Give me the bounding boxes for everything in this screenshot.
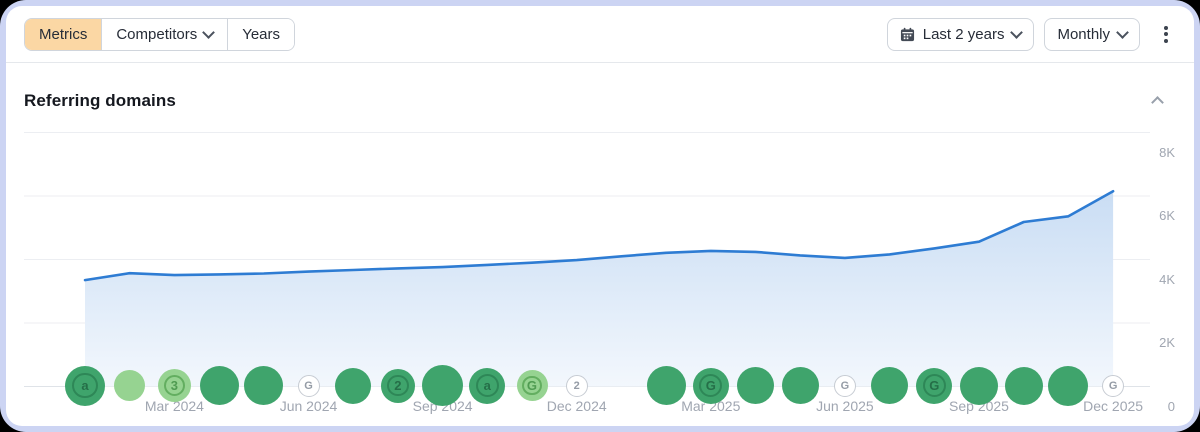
- badge-glyph: 3: [164, 375, 185, 396]
- date-range-button[interactable]: Last 2 years: [887, 18, 1035, 51]
- tab-years-label: Years: [242, 26, 280, 43]
- timeline-badge[interactable]: [1048, 366, 1088, 406]
- timeline-badge[interactable]: G: [1102, 375, 1124, 397]
- badge-glyph: G: [923, 374, 946, 397]
- chevron-down-icon: [202, 26, 215, 39]
- timeline-badge[interactable]: 3: [158, 369, 191, 402]
- granularity-label: Monthly: [1057, 26, 1110, 43]
- timeline-badge[interactable]: [114, 370, 145, 401]
- timeline-badge[interactable]: a: [65, 366, 105, 406]
- timeline-badge[interactable]: G: [298, 375, 320, 397]
- timeline-badge[interactable]: a: [469, 368, 505, 404]
- tab-metrics-label: Metrics: [39, 26, 87, 43]
- toolbar-right: Last 2 years Monthly: [887, 18, 1176, 51]
- metrics-card: Metrics Competitors Years: [6, 6, 1194, 426]
- timeline-badge[interactable]: [1005, 367, 1043, 405]
- timeline-badge[interactable]: [335, 368, 371, 404]
- kebab-icon: [1164, 26, 1168, 30]
- timeline-badge[interactable]: G: [693, 368, 729, 404]
- timeline-badge[interactable]: [647, 366, 686, 405]
- widget-frame: Metrics Competitors Years: [0, 0, 1200, 432]
- timeline-badge[interactable]: [782, 367, 819, 404]
- timeline-badge[interactable]: G: [834, 375, 856, 397]
- badge-glyph: a: [72, 373, 98, 399]
- tab-competitors-label: Competitors: [116, 26, 197, 43]
- page-title: Referring domains: [24, 91, 176, 111]
- timeline-badge[interactable]: G: [517, 370, 548, 401]
- collapse-panel-button[interactable]: [1147, 87, 1168, 114]
- badge-glyph: G: [699, 374, 722, 397]
- timeline-badge[interactable]: [200, 366, 239, 405]
- timeline-badge[interactable]: [871, 367, 908, 404]
- timeline-badge[interactable]: [422, 365, 463, 406]
- timeline-badge[interactable]: [737, 367, 774, 404]
- view-segmented-control: Metrics Competitors Years: [24, 18, 295, 51]
- chevron-down-icon: [1116, 26, 1129, 39]
- tab-competitors[interactable]: Competitors: [101, 19, 227, 50]
- more-options-button[interactable]: [1156, 19, 1176, 49]
- chevron-up-icon: [1151, 96, 1164, 109]
- toolbar: Metrics Competitors Years: [6, 6, 1194, 63]
- panel-header: Referring domains: [6, 63, 1194, 114]
- timeline-badge[interactable]: [960, 367, 998, 405]
- chevron-down-icon: [1011, 26, 1024, 39]
- badge-glyph: a: [476, 374, 499, 397]
- badge-glyph: 2: [387, 375, 409, 397]
- calendar-icon: [900, 27, 915, 42]
- tab-metrics[interactable]: Metrics: [25, 19, 101, 50]
- timeline-badge[interactable]: 2: [566, 375, 588, 397]
- timeline-badge[interactable]: G: [916, 368, 952, 404]
- badge-glyph: G: [522, 376, 542, 396]
- granularity-button[interactable]: Monthly: [1044, 18, 1140, 51]
- tab-years[interactable]: Years: [227, 19, 294, 50]
- timeline-badge[interactable]: 2: [381, 369, 415, 403]
- screenshot-root: Metrics Competitors Years: [0, 0, 1200, 432]
- date-range-label: Last 2 years: [923, 26, 1005, 43]
